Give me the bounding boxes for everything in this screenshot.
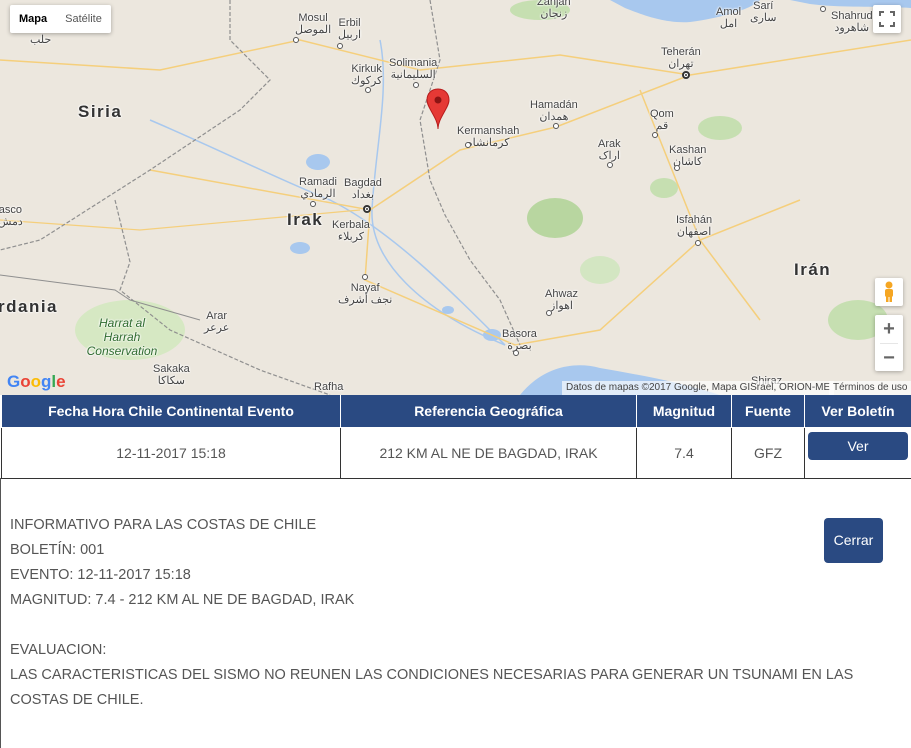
city-dot xyxy=(607,162,613,168)
evaluation-text: LAS CARACTERISTICAS DEL SISMO NO REUNEN … xyxy=(10,667,854,683)
city-label: Mosul الموصل xyxy=(295,12,332,36)
city-label: Ahwaz اهواز xyxy=(545,288,579,312)
close-button[interactable]: Cerrar xyxy=(824,518,883,563)
city-label: Isfahán اصفهان xyxy=(676,214,713,238)
city-dot xyxy=(652,132,658,138)
table-header-row: Fecha Hora Chile Continental Evento Refe… xyxy=(1,395,911,428)
city-label: Qom قم xyxy=(650,108,674,132)
city-label: Arar عرعر xyxy=(204,310,230,334)
city-label: Bagdad بغداد xyxy=(344,177,382,201)
map-type-satellite-button[interactable]: Satélite xyxy=(56,5,111,33)
country-label-iran: Irán xyxy=(794,260,832,279)
city-dot xyxy=(362,274,368,280)
country-label-jordan: rdania xyxy=(0,297,59,316)
map-type-control: Mapa Satélite xyxy=(10,5,111,33)
pegman-icon xyxy=(885,281,893,302)
city-label: Amol امل xyxy=(716,6,742,30)
column-header-referencia: Referencia Geográfica xyxy=(340,395,637,428)
city-dot xyxy=(465,142,471,148)
city-dot xyxy=(820,6,826,12)
city-dot xyxy=(546,310,552,316)
city-dot xyxy=(695,240,701,246)
evaluation-text: COSTAS DE CHILE. xyxy=(10,692,144,708)
city-label: Nayaf نجف أشرف xyxy=(338,282,393,306)
google-logo: Google xyxy=(7,372,66,391)
city-label: asco دمش xyxy=(0,204,23,228)
fullscreen-button[interactable] xyxy=(873,5,901,33)
terms-of-use-link[interactable]: Términos de uso xyxy=(829,381,911,395)
city-label: Hamadán همدان xyxy=(530,99,578,123)
city-label: حلب xyxy=(30,34,52,46)
cell-fuente: GFZ xyxy=(731,426,805,479)
city-label: Basora بصرة xyxy=(502,328,537,352)
table-row: 12-11-2017 15:18 212 KM AL NE DE BAGDAD,… xyxy=(1,426,911,479)
city-dot xyxy=(553,123,559,129)
city-dot xyxy=(337,43,343,49)
map-attribution[interactable]: Datos de mapas ©2017 Google, Mapa GISrae… xyxy=(562,381,835,395)
city-dot xyxy=(674,165,680,171)
cell-ver-boletin: Ver xyxy=(804,426,911,479)
city-dot xyxy=(413,82,419,88)
bulletin-line: BOLETÍN: 001 xyxy=(10,542,105,558)
bulletin-line: EVENTO: 12-11-2017 15:18 xyxy=(10,567,191,583)
evaluation-title: EVALUACION: xyxy=(10,642,107,658)
city-dot xyxy=(513,350,519,356)
city-label: Ramadi الرمادي xyxy=(299,176,337,200)
cell-magnitud: 7.4 xyxy=(636,426,732,479)
map-type-map-button[interactable]: Mapa xyxy=(10,5,56,33)
events-table: Fecha Hora Chile Continental Evento Refe… xyxy=(1,395,911,479)
city-label: Kerbala كربلاء xyxy=(332,219,370,243)
fullscreen-icon xyxy=(879,11,895,27)
ver-bulletin-button[interactable]: Ver xyxy=(808,431,908,460)
city-label: Erbil اربيل xyxy=(338,17,362,41)
column-header-ver-boletin: Ver Boletín xyxy=(804,395,911,428)
city-label: Solimania السليمانية xyxy=(389,57,438,81)
street-view-button[interactable] xyxy=(875,278,903,306)
country-label-syria: Siria xyxy=(78,102,123,121)
zoom-out-button[interactable]: − xyxy=(875,344,903,372)
park-label: Harrat al Harrah Conservation xyxy=(86,316,158,358)
location-marker-icon[interactable] xyxy=(426,88,450,130)
city-label: Kirkuk كركوك xyxy=(351,63,383,87)
city-label: Shahrud شاهرود xyxy=(831,10,873,34)
city-label: Teherán تهران xyxy=(661,46,701,70)
cell-referencia: 212 KM AL NE DE BAGDAD, IRAK xyxy=(340,426,637,479)
city-label: Zanjan زنجان xyxy=(537,0,571,20)
bulletin-text: INFORMATIVO PARA LAS COSTAS DE CHILE BOL… xyxy=(10,513,870,713)
column-header-fecha: Fecha Hora Chile Continental Evento xyxy=(1,395,341,428)
capital-dot xyxy=(363,205,371,213)
city-dot xyxy=(310,201,316,207)
city-label: Arak اراک xyxy=(598,138,621,162)
cell-fecha: 12-11-2017 15:18 xyxy=(1,426,341,479)
divider xyxy=(0,478,1,748)
city-dot xyxy=(365,87,371,93)
city-label: Sakaka سكاكا xyxy=(153,363,190,387)
city-label: Sarí ساری xyxy=(750,0,777,24)
zoom-control: + − xyxy=(875,315,903,371)
column-header-fuente: Fuente xyxy=(731,395,805,428)
city-dot xyxy=(293,37,299,43)
country-label-iraq: Irak xyxy=(287,210,324,229)
zoom-in-button[interactable]: + xyxy=(875,315,903,343)
bulletin-line: MAGNITUD: 7.4 - 212 KM AL NE DE BAGDAD, … xyxy=(10,592,355,608)
column-header-magnitud: Magnitud xyxy=(636,395,732,428)
map[interactable]: Siria Irak Irán rdania Mosul الموصل Erbil… xyxy=(0,0,911,395)
bulletin-line: INFORMATIVO PARA LAS COSTAS DE CHILE xyxy=(10,517,317,533)
city-label: Rafha xyxy=(314,381,344,393)
capital-dot xyxy=(682,71,690,79)
